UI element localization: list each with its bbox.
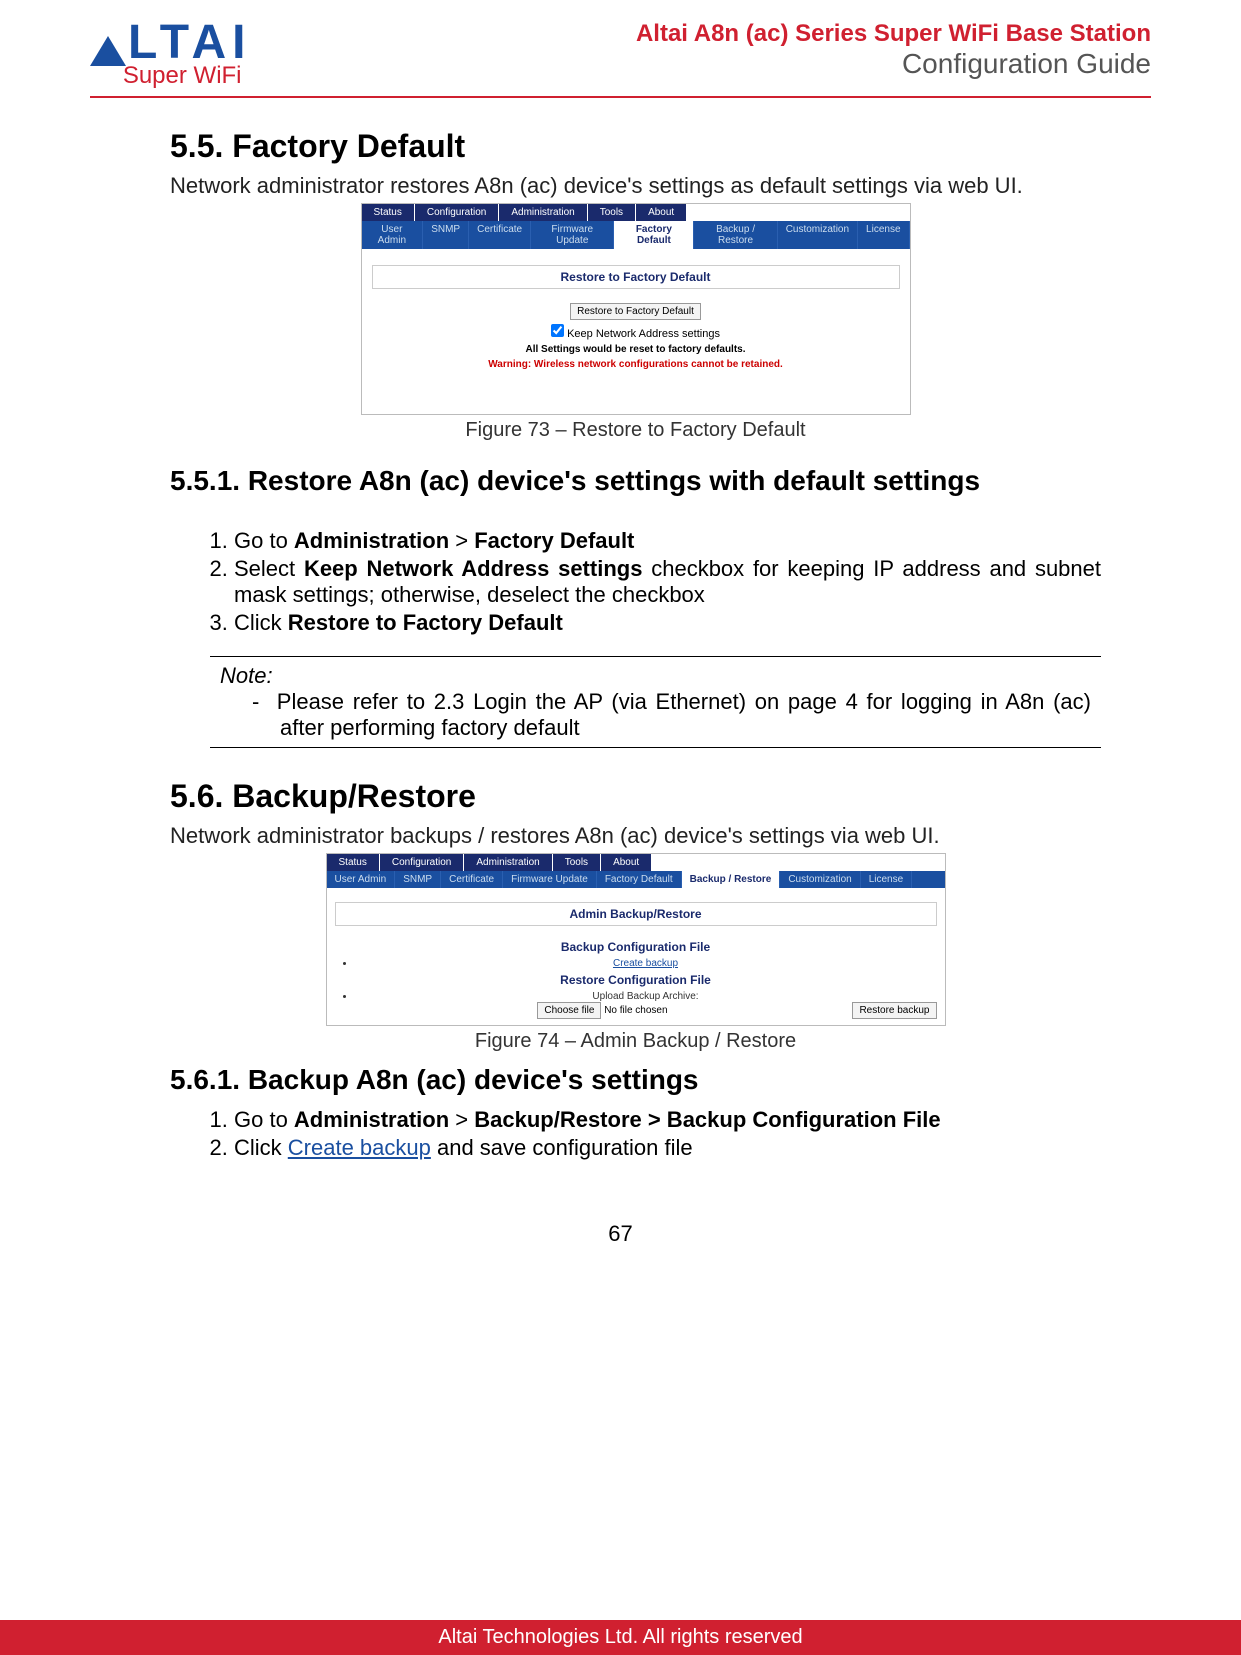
tab-configuration[interactable]: Configuration [415, 204, 498, 221]
note-title: Note: [220, 663, 1091, 689]
top-tabs-2: Status Configuration Administration Tool… [327, 854, 945, 871]
tab-configuration[interactable]: Configuration [380, 854, 463, 871]
subtab-factory-default[interactable]: Factory Default [597, 871, 682, 888]
create-backup-link[interactable]: Create backup [613, 958, 678, 969]
subtab-user-admin[interactable]: User Admin [362, 221, 424, 249]
page-number: 67 [90, 1221, 1151, 1247]
tab-administration[interactable]: Administration [499, 204, 586, 221]
logo: LTAI Super WiFi [90, 20, 252, 90]
intro-5-6: Network administrator backups / restores… [170, 823, 1101, 849]
restore-heading: Restore Configuration File [335, 973, 937, 987]
logo-text: LTAI [128, 20, 252, 66]
sub-tabs-2: User Admin SNMP Certificate Firmware Upd… [327, 871, 945, 888]
panel-title-2: Admin Backup/Restore [335, 902, 937, 926]
subtab-license[interactable]: License [858, 221, 909, 249]
upload-label: Upload Backup Archive: [592, 991, 698, 1002]
tab-tools[interactable]: Tools [553, 854, 600, 871]
logo-subtitle: Super WiFi [123, 62, 252, 90]
logo-main: LTAI [90, 20, 252, 66]
figure-74-caption: Figure 74 – Admin Backup / Restore [170, 1030, 1101, 1053]
doc-title-line1: Altai A8n (ac) Series Super WiFi Base St… [636, 20, 1151, 48]
keep-network-label: Keep Network Address settings [567, 328, 720, 340]
backup-heading: Backup Configuration File [335, 940, 937, 954]
keep-network-checkbox[interactable] [551, 324, 564, 337]
tab-about[interactable]: About [601, 854, 651, 871]
tab-administration[interactable]: Administration [464, 854, 551, 871]
screenshot-factory-default: Status Configuration Administration Tool… [361, 203, 911, 415]
panel-title: Restore to Factory Default [372, 265, 900, 289]
subtab-firmware-update[interactable]: Firmware Update [503, 871, 597, 888]
step-2: Select Keep Network Address settings che… [234, 556, 1101, 608]
subtab-license[interactable]: License [861, 871, 912, 888]
file-chosen-text: No file chosen [604, 1005, 667, 1016]
footer-bar: Altai Technologies Ltd. All rights reser… [0, 1620, 1241, 1655]
reset-info: All Settings would be reset to factory d… [372, 344, 900, 355]
restore-backup-button[interactable]: Restore backup [852, 1002, 936, 1019]
heading-5-6: 5.6. Backup/Restore [170, 778, 1101, 815]
steps-5-5-1: Go to Administration > Factory Default S… [234, 528, 1101, 636]
tab-about[interactable]: About [636, 204, 686, 221]
restore-button[interactable]: Restore to Factory Default [570, 303, 701, 320]
create-backup-link-text[interactable]: Create backup [288, 1135, 431, 1160]
step-2: Click Create backup and save configurati… [234, 1135, 1101, 1161]
subtab-factory-default[interactable]: Factory Default [614, 221, 694, 249]
logo-triangle-icon [90, 36, 126, 66]
subtab-snmp[interactable]: SNMP [395, 871, 441, 888]
warning-text: Warning: Wireless network configurations… [372, 359, 900, 370]
note-5-5: Note: - Please refer to 2.3 Login the AP… [210, 656, 1101, 748]
figure-73-caption: Figure 73 – Restore to Factory Default [170, 419, 1101, 442]
subtab-backup-restore[interactable]: Backup / Restore [694, 221, 777, 249]
screenshot-backup-restore: Status Configuration Administration Tool… [326, 853, 946, 1026]
subtab-backup-restore[interactable]: Backup / Restore [682, 871, 781, 888]
figure-74: Status Configuration Administration Tool… [170, 853, 1101, 1026]
top-tabs: Status Configuration Administration Tool… [362, 204, 910, 221]
subtab-firmware-update[interactable]: Firmware Update [531, 221, 614, 249]
subtab-customization[interactable]: Customization [778, 221, 858, 249]
subtab-snmp[interactable]: SNMP [423, 221, 469, 249]
sub-tabs: User Admin SNMP Certificate Firmware Upd… [362, 221, 910, 249]
step-1: Go to Administration > Factory Default [234, 528, 1101, 554]
subtab-user-admin[interactable]: User Admin [327, 871, 396, 888]
note-item: - Please refer to 2.3 Login the AP (via … [280, 689, 1091, 741]
step-3: Click Restore to Factory Default [234, 610, 1101, 636]
tab-tools[interactable]: Tools [588, 204, 635, 221]
heading-5-5-1: 5.5.1. Restore A8n (ac) device's setting… [170, 452, 1101, 511]
tab-status[interactable]: Status [362, 204, 414, 221]
intro-5-5: Network administrator restores A8n (ac) … [170, 173, 1101, 199]
doc-title-line2: Configuration Guide [636, 48, 1151, 80]
subtab-customization[interactable]: Customization [780, 871, 860, 888]
subtab-certificate[interactable]: Certificate [441, 871, 503, 888]
tab-status[interactable]: Status [327, 854, 379, 871]
heading-5-5: 5.5. Factory Default [170, 128, 1101, 165]
step-1: Go to Administration > Backup/Restore > … [234, 1107, 1101, 1133]
choose-file-button[interactable]: Choose file [537, 1002, 601, 1019]
page-header: LTAI Super WiFi Altai A8n (ac) Series Su… [90, 20, 1151, 98]
subtab-certificate[interactable]: Certificate [469, 221, 531, 249]
figure-73: Status Configuration Administration Tool… [170, 203, 1101, 415]
steps-5-6-1: Go to Administration > Backup/Restore > … [234, 1107, 1101, 1161]
heading-5-6-1: 5.6.1. Backup A8n (ac) device's settings [170, 1063, 1101, 1097]
header-titles: Altai A8n (ac) Series Super WiFi Base St… [636, 20, 1151, 80]
